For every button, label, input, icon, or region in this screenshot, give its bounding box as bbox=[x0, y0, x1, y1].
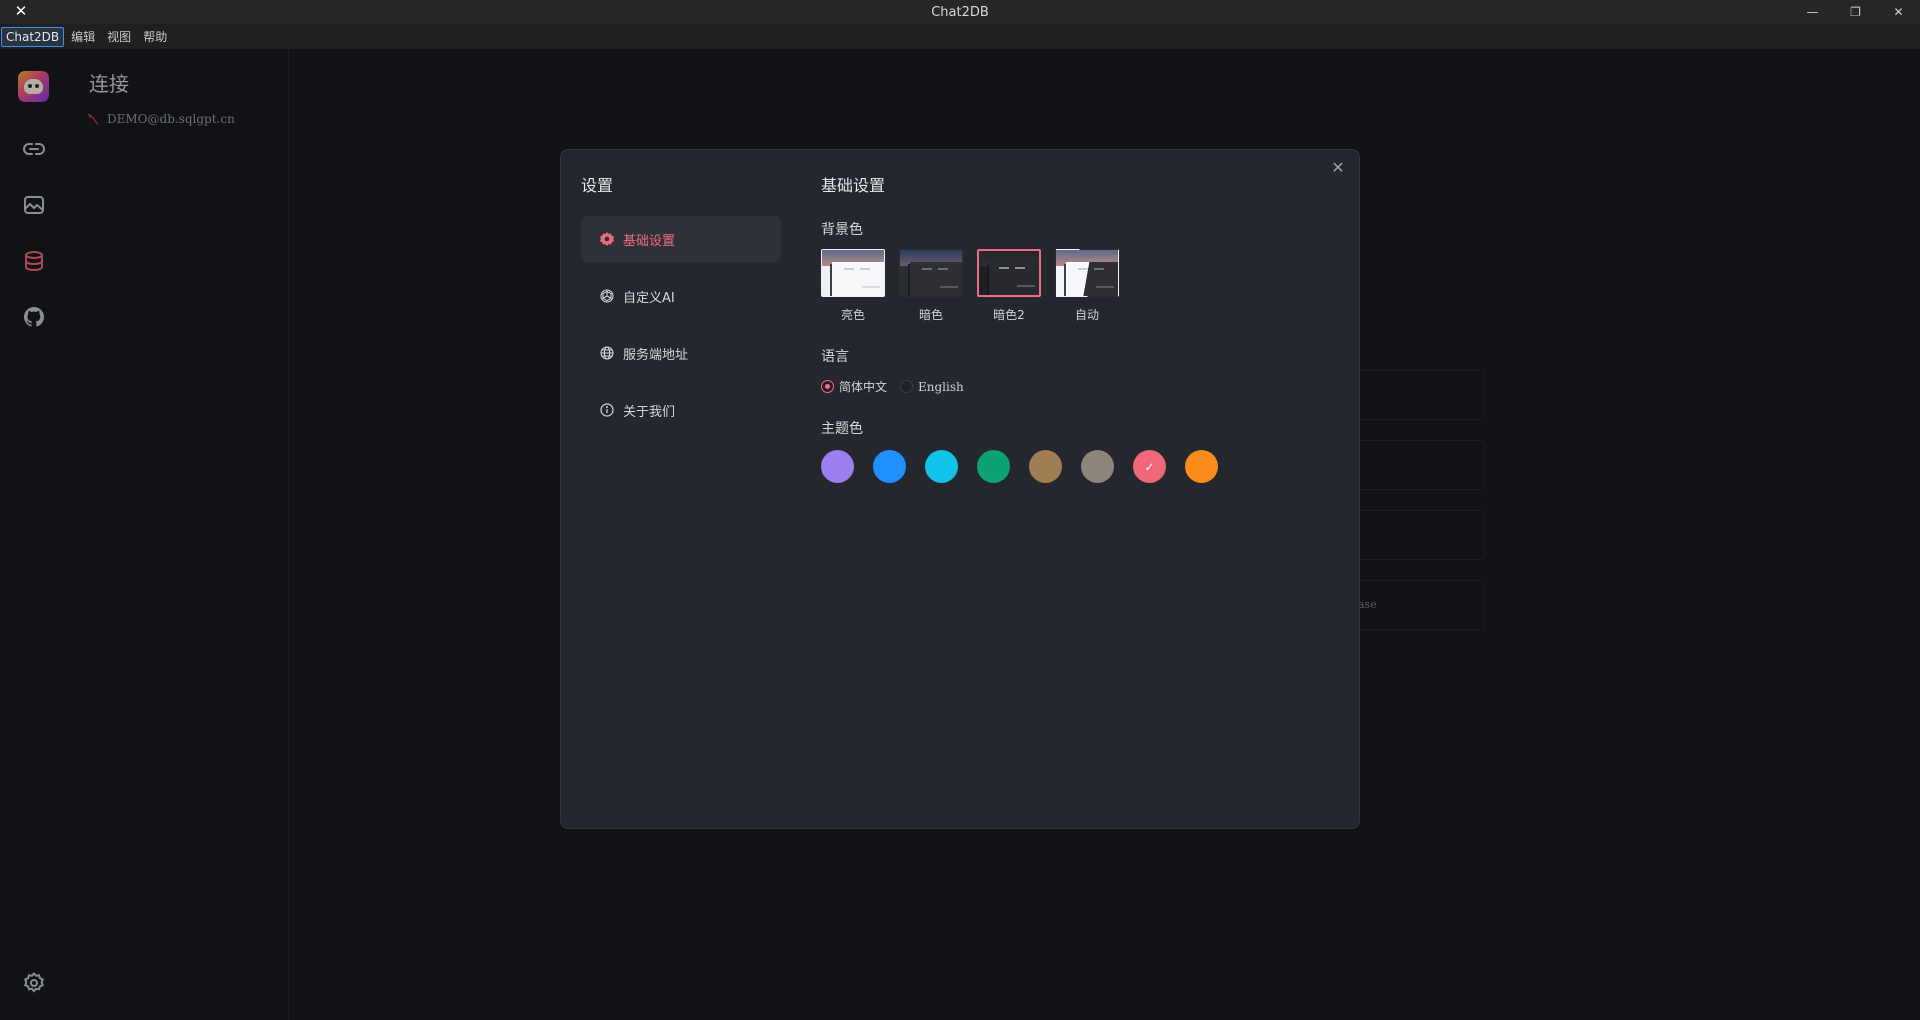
background-options: 亮色 暗色 暗色2 自动 bbox=[821, 249, 1133, 323]
background-label: 背景色 bbox=[821, 222, 863, 238]
settings-dialog: ✕ 设置 基础设置 自定义AI 服务端地址 关于我们 基础设置 背景色 亮色 暗… bbox=[560, 149, 1360, 829]
language-options: 简体中文 English bbox=[821, 378, 977, 395]
window-title: Chat2DB bbox=[931, 4, 989, 20]
background-option-dark[interactable]: 暗色 bbox=[899, 249, 963, 323]
close-window-icon[interactable]: ✕ bbox=[1877, 0, 1920, 24]
settings-nav: 基础设置 自定义AI 服务端地址 关于我们 bbox=[581, 216, 781, 444]
settings-nav-custom-ai[interactable]: 自定义AI bbox=[581, 273, 781, 319]
gear-icon bbox=[600, 232, 614, 246]
close-icon[interactable]: ✕ bbox=[1329, 159, 1347, 177]
light-theme-thumbnail bbox=[821, 249, 885, 297]
dark-theme-thumbnail bbox=[899, 249, 963, 297]
menu-help[interactable]: 帮助 bbox=[138, 25, 172, 48]
dark2-theme-thumbnail bbox=[977, 249, 1041, 297]
background-option-light[interactable]: 亮色 bbox=[821, 249, 885, 323]
theme-color-swatches: ✓ bbox=[821, 450, 1237, 483]
background-option-dark2-label: 暗色2 bbox=[993, 308, 1025, 322]
menu-bar: Chat2DB 编辑 视图 帮助 bbox=[0, 24, 1920, 49]
theme-color-swatch[interactable] bbox=[1029, 450, 1062, 483]
window-controls: — ❐ ✕ bbox=[1791, 0, 1920, 24]
theme-color-swatch[interactable] bbox=[873, 450, 906, 483]
language-option-zh-label: 简体中文 bbox=[839, 380, 888, 394]
theme-color-swatch[interactable] bbox=[1185, 450, 1218, 483]
language-option-en[interactable]: English bbox=[900, 380, 964, 394]
settings-nav-about[interactable]: 关于我们 bbox=[581, 387, 781, 433]
settings-nav-basic-label: 基础设置 bbox=[623, 233, 676, 249]
language-option-zh[interactable]: 简体中文 bbox=[821, 378, 887, 395]
language-option-en-label: English bbox=[918, 379, 964, 394]
settings-nav-about-label: 关于我们 bbox=[623, 404, 676, 420]
restore-icon[interactable]: ❐ bbox=[1834, 0, 1877, 24]
radio-en[interactable] bbox=[900, 380, 914, 393]
info-icon bbox=[600, 403, 614, 417]
minimize-icon[interactable]: — bbox=[1791, 0, 1834, 24]
theme-color-label: 主题色 bbox=[821, 421, 863, 437]
theme-color-swatch[interactable] bbox=[821, 450, 854, 483]
language-label: 语言 bbox=[821, 349, 849, 365]
theme-color-swatch[interactable]: ✓ bbox=[1133, 450, 1166, 483]
auto-theme-thumbnail bbox=[1055, 249, 1119, 297]
settings-nav-server-label: 服务端地址 bbox=[623, 347, 689, 363]
settings-nav-custom-ai-label: 自定义AI bbox=[623, 290, 675, 306]
menu-chat2db[interactable]: Chat2DB bbox=[1, 26, 65, 47]
background-option-dark-label: 暗色 bbox=[918, 308, 943, 322]
globe-icon bbox=[600, 346, 614, 360]
title-bar: ✕ Chat2DB — ❐ ✕ bbox=[0, 0, 1920, 24]
theme-color-swatch[interactable] bbox=[1081, 450, 1114, 483]
openai-icon bbox=[600, 289, 614, 303]
background-option-auto[interactable]: 自动 bbox=[1055, 249, 1119, 323]
settings-title: 设置 bbox=[581, 176, 614, 195]
radio-zh[interactable] bbox=[821, 380, 834, 393]
background-option-light-label: 亮色 bbox=[840, 308, 865, 322]
check-icon: ✓ bbox=[1144, 459, 1155, 474]
menu-edit[interactable]: 编辑 bbox=[66, 25, 100, 48]
theme-color-swatch[interactable] bbox=[977, 450, 1010, 483]
settings-nav-basic[interactable]: 基础设置 bbox=[581, 216, 781, 262]
basic-settings-title: 基础设置 bbox=[821, 176, 886, 195]
menu-view[interactable]: 视图 bbox=[102, 25, 136, 48]
background-option-dark2[interactable]: 暗色2 bbox=[977, 249, 1041, 323]
theme-color-swatch[interactable] bbox=[925, 450, 958, 483]
background-option-auto-label: 自动 bbox=[1074, 308, 1099, 322]
settings-nav-server[interactable]: 服务端地址 bbox=[581, 330, 781, 376]
app-close-icon[interactable]: ✕ bbox=[13, 3, 29, 19]
